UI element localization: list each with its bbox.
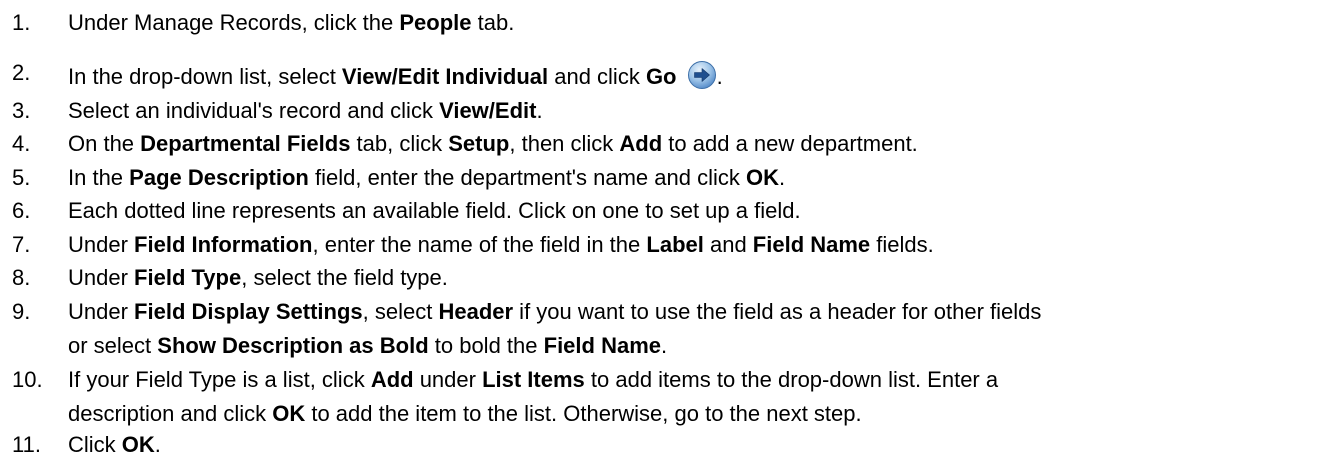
step-text: description and click <box>68 401 273 426</box>
bold-term: View/Edit Individual <box>341 64 549 89</box>
step-text: . <box>778 165 786 190</box>
step-text: In the <box>68 165 130 190</box>
step-text: Under <box>68 232 135 257</box>
step-body: Under Field Type, select the field type. <box>68 265 1313 291</box>
step-number: 8. <box>12 265 31 290</box>
step-text: Click <box>68 432 122 457</box>
step-number: 5. <box>12 165 31 190</box>
bold-term: Show Description as Bold <box>157 333 429 358</box>
step-text: Each dotted line represents an available… <box>68 198 801 223</box>
step-text: tab, click <box>350 131 449 156</box>
step-body: Under Field Information, enter the name … <box>68 232 1313 258</box>
step-text: and click <box>548 64 646 89</box>
step-text: to add items to the drop-down list. Ente… <box>584 367 999 392</box>
step-number: 1. <box>12 10 31 35</box>
step-line: description and click OK to add the item… <box>68 401 1313 427</box>
step-text: to add a new department. <box>662 131 918 156</box>
bold-term: View/Edit <box>439 98 537 123</box>
step-text: , select <box>362 299 439 324</box>
step-body: Each dotted line represents an available… <box>68 198 1313 224</box>
bold-term: Departmental Fields <box>140 131 351 156</box>
step-text: if you want to use the field as a header… <box>513 299 1042 324</box>
step-text: , enter the name of the field in the <box>312 232 647 257</box>
step-line: If your Field Type is a list, click Add … <box>68 367 1313 393</box>
step-number: 7. <box>12 232 31 257</box>
step-text: On the <box>68 131 141 156</box>
bold-term: Field Name <box>543 333 661 358</box>
bold-term: Setup <box>448 131 510 156</box>
step-text: . <box>716 64 723 89</box>
step-number: 9. <box>12 299 31 324</box>
step-line: or select Show Description as Bold to bo… <box>68 333 1313 359</box>
step-number: 10. <box>12 367 43 392</box>
step-text: Under <box>68 299 135 324</box>
step-text: or select <box>68 333 158 358</box>
step-body: On the Departmental Fields tab, click Se… <box>68 131 1313 157</box>
bold-term: OK <box>745 165 779 190</box>
bold-term: Field Information <box>134 232 313 257</box>
step-number: 2. <box>12 60 31 85</box>
bold-term: Add <box>619 131 663 156</box>
step-body: In the Page Description field, enter the… <box>68 165 1313 191</box>
step-text <box>677 64 683 89</box>
step-body: Select an individual's record and click … <box>68 98 1313 124</box>
step-body: Under Manage Records, click the People t… <box>68 10 1313 36</box>
step-body: Click OK. <box>68 432 1313 458</box>
step-text: Under <box>68 265 135 290</box>
step-number: 6. <box>12 198 31 223</box>
bold-term: Label <box>646 232 704 257</box>
step-text: to add the item to the list. Otherwise, … <box>305 401 862 426</box>
step-text: to bold the <box>428 333 544 358</box>
bold-term: People <box>399 10 472 35</box>
step-body: Under Field Display Settings, select Hea… <box>68 299 1313 359</box>
step-text: , then click <box>509 131 620 156</box>
step-body: If your Field Type is a list, click Add … <box>68 367 1313 427</box>
bold-term: Header <box>438 299 514 324</box>
step-text: . <box>154 432 161 457</box>
step-text: Under Manage Records, click the <box>68 10 400 35</box>
step-text: under <box>413 367 483 392</box>
bold-term: Field Name <box>752 232 871 257</box>
bold-term: Field Display Settings <box>134 299 363 324</box>
bold-term: OK <box>121 432 155 457</box>
step-number: 4. <box>12 131 31 156</box>
step-text: . <box>536 98 543 123</box>
step-number: 11. <box>12 432 41 457</box>
go-arrow-icon <box>687 60 717 90</box>
step-text: , select the field type. <box>241 265 448 290</box>
bold-term: OK <box>272 401 306 426</box>
step-text: fields. <box>870 232 934 257</box>
step-number: 3. <box>12 98 31 123</box>
step-text: If your Field Type is a list, click <box>68 367 371 392</box>
bold-term: Field Type <box>134 265 242 290</box>
step-body: In the drop-down list, select View/Edit … <box>68 60 1313 90</box>
step-text: In the drop-down list, select <box>68 64 342 89</box>
bold-term: Go <box>645 64 677 89</box>
step-text: tab. <box>471 10 515 35</box>
step-text: Select an individual's record and click <box>68 98 440 123</box>
bold-term: Add <box>370 367 414 392</box>
step-text: field, enter the department's name and c… <box>308 165 746 190</box>
step-text: and <box>703 232 753 257</box>
bold-term: Page Description <box>129 165 309 190</box>
bold-term: List Items <box>482 367 585 392</box>
step-line: Under Field Display Settings, select Hea… <box>68 299 1313 325</box>
step-text: . <box>661 333 668 358</box>
